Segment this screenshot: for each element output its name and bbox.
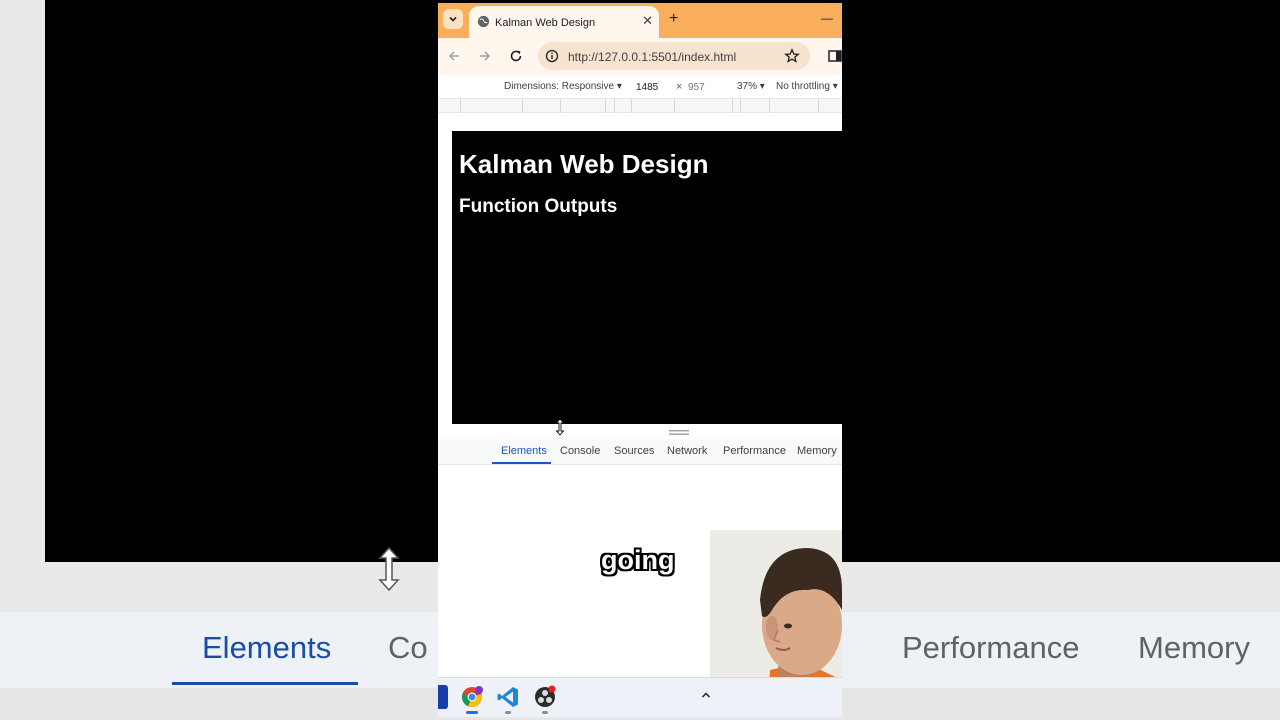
background-tab-console: Co xyxy=(388,630,428,665)
info-icon[interactable] xyxy=(545,49,559,63)
arrow-right-icon xyxy=(480,51,491,61)
zoom-label: 37% xyxy=(737,81,758,92)
ruler-tick xyxy=(674,99,675,113)
ruler-tick xyxy=(560,99,561,113)
chevron-up-icon[interactable] xyxy=(700,689,712,701)
vscode-icon[interactable] xyxy=(496,685,520,709)
dimension-separator: × xyxy=(676,81,683,93)
active-app-indicator xyxy=(466,711,478,714)
tab-elements[interactable]: Elements xyxy=(501,445,547,457)
minimize-button[interactable]: — xyxy=(821,11,833,25)
background-tab-memory: Memory xyxy=(1138,630,1250,665)
address-bar[interactable]: http://127.0.0.1:5501/index.html xyxy=(538,42,810,70)
dimensions-dropdown[interactable]: Dimensions: Responsive ▾ xyxy=(504,81,622,92)
page-viewport: Kalman Web Design Function Outputs xyxy=(452,131,842,424)
forward-button[interactable] xyxy=(477,48,493,64)
ruler-tick xyxy=(460,99,461,113)
ruler-tick xyxy=(769,99,770,113)
app-icon-partial[interactable] xyxy=(438,685,448,709)
tab-strip: Kalman Web Design ✕ + — xyxy=(438,3,842,38)
drag-handle-icon[interactable] xyxy=(669,430,689,436)
ruler-tick xyxy=(522,99,523,113)
obs-icon[interactable] xyxy=(533,685,557,709)
active-tab-indicator xyxy=(492,462,551,464)
page-heading: Kalman Web Design xyxy=(459,149,709,179)
star-icon[interactable] xyxy=(784,48,800,64)
viewport-height-input[interactable] xyxy=(686,79,722,95)
device-viewport-area: Kalman Web Design Function Outputs xyxy=(438,113,842,436)
throttling-dropdown[interactable]: No throttling ▾ xyxy=(776,81,838,92)
resize-cursor-icon xyxy=(555,418,565,436)
reload-button[interactable] xyxy=(508,48,524,64)
taskbar xyxy=(438,677,842,717)
ruler-tick xyxy=(740,99,741,113)
background-tab-performance: Performance xyxy=(902,630,1080,665)
tab-memory[interactable]: Memory xyxy=(797,445,837,457)
background-resize-arrow-icon xyxy=(378,546,400,592)
background-tab-elements: Elements xyxy=(202,630,332,665)
chevron-down-icon xyxy=(449,16,457,22)
new-tab-button[interactable]: + xyxy=(669,11,678,27)
tab-performance[interactable]: Performance xyxy=(723,445,786,457)
device-toolbar: Dimensions: Responsive ▾ × 37% ▾ No thro… xyxy=(438,75,842,99)
url-text[interactable]: http://127.0.0.1:5501/index.html xyxy=(568,50,736,64)
browser-window: Kalman Web Design ✕ + — http://127.0.0.1… xyxy=(438,3,842,717)
app-indicator xyxy=(542,711,548,714)
browser-toolbar: http://127.0.0.1:5501/index.html xyxy=(438,38,842,75)
tab-network[interactable]: Network xyxy=(667,445,707,457)
ruler-tick xyxy=(614,99,615,113)
tab-search-button[interactable] xyxy=(443,9,463,29)
ruler-tick xyxy=(732,99,733,113)
throttling-label: No throttling xyxy=(776,81,830,92)
browser-tab-active[interactable]: Kalman Web Design ✕ xyxy=(469,6,659,38)
app-indicator xyxy=(505,711,511,714)
side-panel-button[interactable] xyxy=(827,48,842,64)
chrome-icon[interactable] xyxy=(460,685,484,709)
arrow-left-icon xyxy=(448,51,459,61)
tab-console[interactable]: Console xyxy=(560,445,600,457)
ruler-tick xyxy=(818,99,819,113)
page-subheading: Function Outputs xyxy=(459,196,618,217)
viewport-width-input[interactable] xyxy=(634,79,672,95)
dimensions-label: Dimensions: Responsive xyxy=(504,81,615,92)
back-button[interactable] xyxy=(446,48,462,64)
media-query-ruler[interactable] xyxy=(438,99,842,113)
close-icon[interactable]: ✕ xyxy=(642,14,653,28)
devtools-tabbar: Elements Console Sources Network Perform… xyxy=(438,439,842,465)
tab-title: Kalman Web Design xyxy=(495,17,596,29)
video-caption: going xyxy=(601,545,675,575)
ruler-tick xyxy=(605,99,606,113)
background-tab-underline xyxy=(172,682,358,685)
zoom-dropdown[interactable]: 37% ▾ xyxy=(737,81,765,92)
globe-icon xyxy=(477,15,490,28)
ruler-tick xyxy=(631,99,632,113)
tab-sources[interactable]: Sources xyxy=(614,445,654,457)
side-panel-icon xyxy=(828,50,842,62)
reload-icon xyxy=(510,50,522,62)
